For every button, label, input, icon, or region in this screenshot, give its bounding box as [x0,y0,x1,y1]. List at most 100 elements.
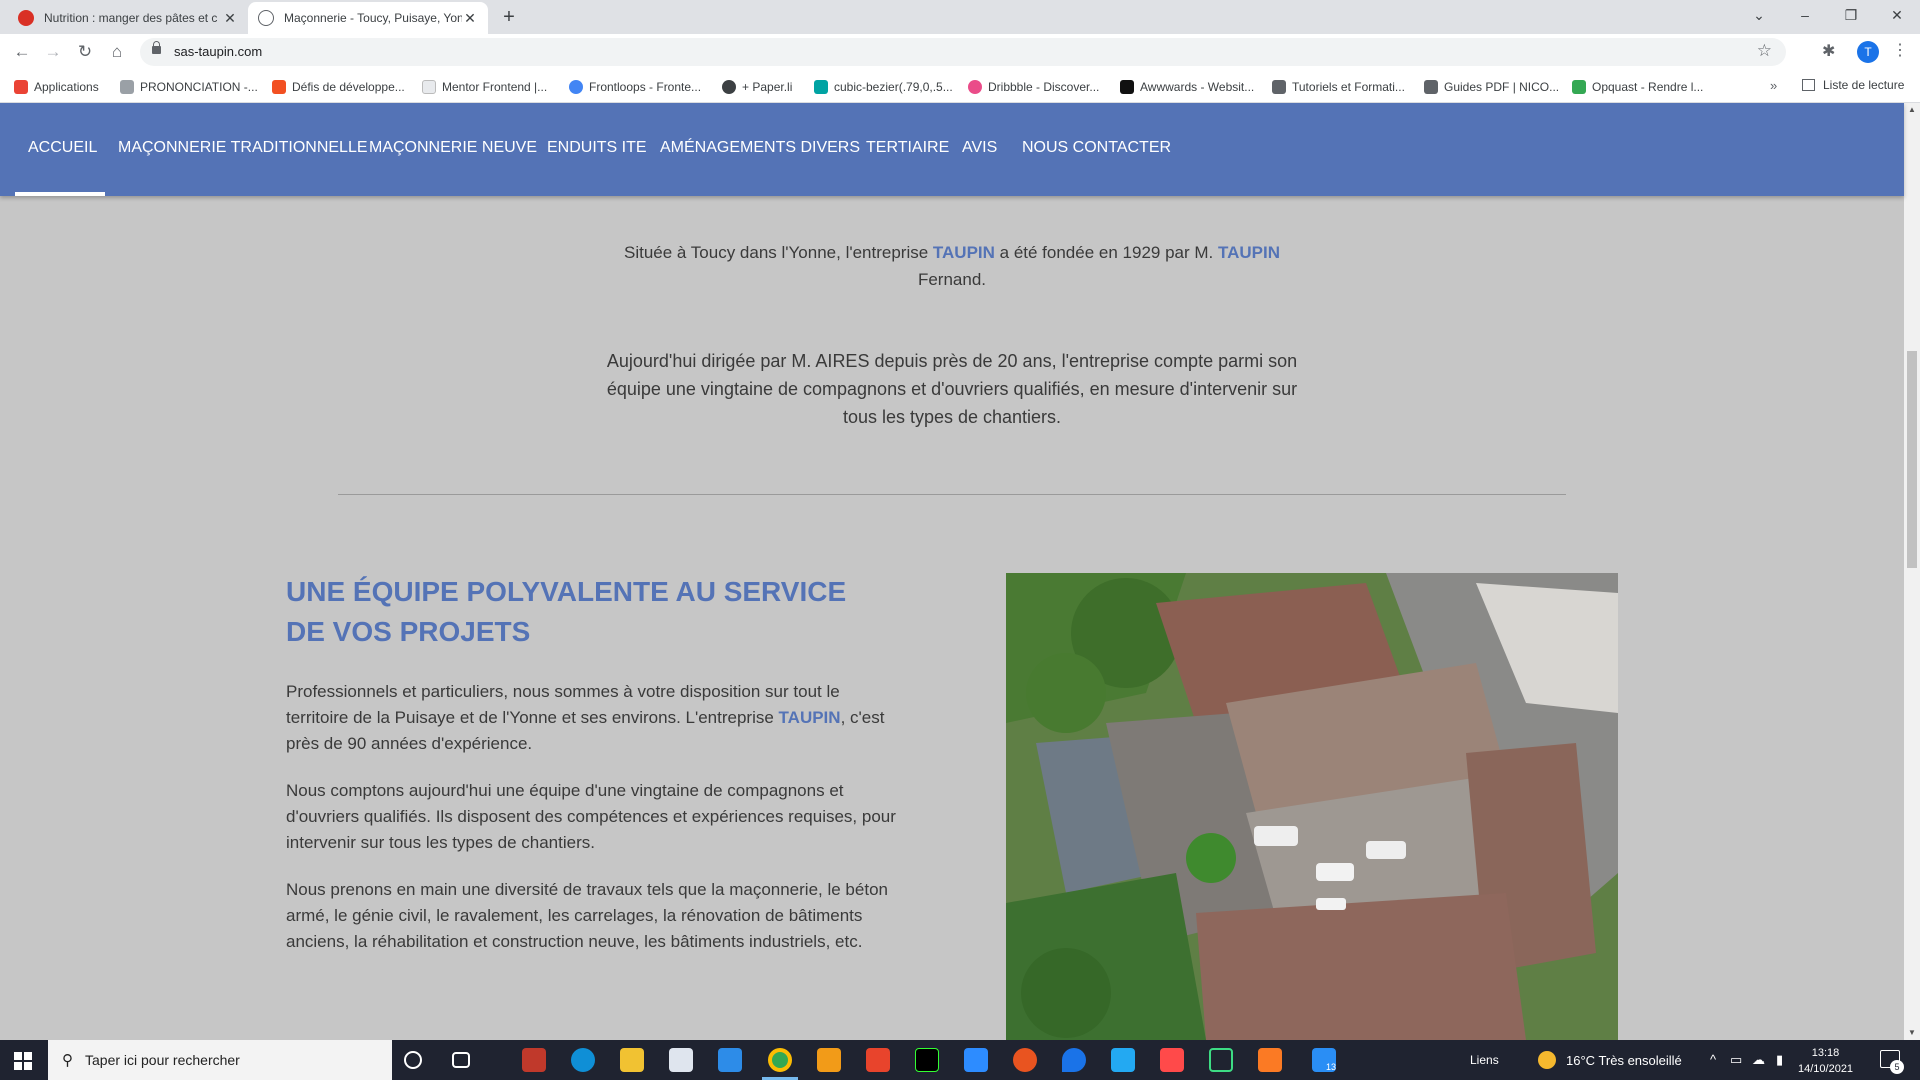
tab-title: Nutrition : manger des pâtes et c [44,11,218,25]
reload-icon[interactable]: ↻ [73,40,97,64]
close-window-icon[interactable]: ✕ [1874,0,1920,30]
intro-paragraph-founding: Située à Toucy dans l'Yonne, l'entrepris… [623,243,1280,289]
restore-icon[interactable]: ❐ [1828,0,1874,30]
forward-icon[interactable]: → [41,40,65,64]
chevron-up-icon[interactable]: ^ [1710,1052,1716,1067]
url-text[interactable]: sas-taupin.com [174,44,262,59]
ubuntu-icon[interactable] [1013,1048,1037,1072]
page-scrollbar[interactable]: ▲ ▼ [1904,103,1920,1040]
page-viewport: ACCUEIL MAÇONNERIE TRADITIONNELLE MAÇONN… [0,103,1920,1040]
address-bar[interactable]: sas-taupin.com ☆ [140,38,1786,66]
app-icon[interactable] [1209,1048,1233,1072]
figma-icon[interactable] [1160,1048,1184,1072]
bookmark-favicon-icon [814,80,828,94]
body-paragraph-coverage: Professionnels et particuliers, nous som… [286,682,885,753]
back-icon[interactable]: ← [10,40,34,64]
bookmark-item[interactable]: Tutoriels et Formati... [1272,78,1405,96]
home-icon[interactable]: ⌂ [105,40,129,64]
vscode-icon[interactable] [1111,1048,1135,1072]
cortana-icon[interactable] [404,1051,422,1069]
nav-item-accueil[interactable]: ACCUEIL [28,139,97,157]
terminal-icon[interactable] [915,1048,939,1072]
bookmarks-bar: Applications PRONONCIATION -... Défis de… [0,70,1920,103]
nav-item-maconnerie-neuve[interactable]: MAÇONNERIE NEUVE [369,139,537,157]
file-explorer-icon[interactable] [620,1048,644,1072]
bookmark-item[interactable]: Awwwards - Websit... [1120,78,1254,96]
tab-close-icon[interactable]: ✕ [222,10,238,27]
scroll-down-icon[interactable]: ▼ [1908,1028,1916,1037]
more-bookmarks-icon[interactable]: » [1770,78,1777,93]
bookmark-item[interactable]: PRONONCIATION -... [120,78,258,96]
bookmark-favicon-icon [722,80,736,94]
tab-favicon-icon [18,10,34,26]
nav-item-maconnerie-traditionnelle[interactable]: MAÇONNERIE TRADITIONNELLE [118,139,368,157]
bookmark-item[interactable]: Défis de développe... [272,78,405,96]
notification-count: 5 [1890,1060,1904,1074]
links-toolbar[interactable]: Liens [1470,1053,1499,1067]
bookmark-favicon-icon [1272,80,1286,94]
nav-item-amenagements-divers[interactable]: AMÉNAGEMENTS DIVERS [660,139,860,157]
xampp-icon[interactable] [1258,1048,1282,1072]
tab-close-icon[interactable]: ✕ [462,10,478,27]
tab-title: Maçonnerie - Toucy, Puisaye, Yon [284,11,462,25]
bookmark-item[interactable]: cubic-bezier(.79,0,.5... [814,78,953,96]
nav-item-avis[interactable]: AVIS [962,139,997,157]
zoom-icon[interactable] [964,1048,988,1072]
app-icon[interactable] [522,1048,546,1072]
bookmark-item[interactable]: Guides PDF | NICO... [1424,78,1559,96]
company-name: TAUPIN [932,243,995,262]
kebab-menu-icon[interactable]: ⋮ [1892,40,1908,60]
sublime-text-icon[interactable] [817,1048,841,1072]
battery-icon[interactable]: ▮ [1776,1052,1783,1068]
chrome-icon[interactable] [768,1048,792,1072]
edge-icon[interactable] [571,1048,595,1072]
aerial-photo-of-buildings-icon [1006,573,1618,1040]
section-divider [338,494,1566,495]
scroll-up-icon[interactable]: ▲ [1908,105,1916,114]
tab-strip: Nutrition : manger des pâtes et c ✕ Maço… [0,0,1920,34]
weather-widget[interactable]: 16°C Très ensoleillé [1566,1053,1682,1068]
bookmark-favicon-icon [422,80,436,94]
browser-tab-active[interactable]: Maçonnerie - Toucy, Puisaye, Yon ✕ [248,2,488,34]
bookmark-item[interactable]: Frontloops - Fronte... [569,78,701,96]
browser-toolbar: ← → ↻ ⌂ sas-taupin.com ☆ ✱ T ⋮ [0,34,1920,70]
scrollbar-thumb[interactable] [1907,351,1917,568]
taskbar-search-box[interactable]: ⚲ Taper ici pour rechercher [48,1040,392,1080]
bookmark-item[interactable]: Mentor Frontend |... [422,78,547,96]
cloud-icon[interactable]: ☁ [1752,1052,1765,1068]
tab-search-icon[interactable]: ⌄ [1736,0,1782,30]
bookmark-item[interactable]: + Paper.li [722,78,792,96]
office-icon[interactable] [866,1048,890,1072]
store-icon[interactable] [669,1048,693,1072]
app-icon[interactable]: 13 [1312,1048,1336,1072]
nav-item-nous-contacter[interactable]: NOUS CONTACTER [1022,139,1171,157]
bookmark-star-icon[interactable]: ☆ [1757,41,1772,61]
dribbble-icon [968,80,982,94]
globe-icon [258,10,274,26]
maps-icon[interactable] [1062,1048,1086,1072]
active-nav-indicator [15,192,105,196]
bookmark-item[interactable]: Opquast - Rendre l... [1572,78,1703,96]
mail-icon[interactable] [718,1048,742,1072]
lock-icon [152,41,161,54]
extensions-icon[interactable]: ✱ [1822,41,1835,61]
site-navigation: ACCUEIL MAÇONNERIE TRADITIONNELLE MAÇONN… [0,103,1904,196]
reading-list-button[interactable]: Liste de lecture [1802,78,1904,92]
minimize-icon[interactable]: – [1782,0,1828,30]
windows-start-icon[interactable] [14,1052,32,1070]
network-icon[interactable]: ▭ [1730,1052,1742,1068]
system-clock[interactable]: 13:18 14/10/2021 [1798,1045,1853,1077]
profile-avatar[interactable]: T [1857,41,1879,63]
new-tab-button[interactable]: + [496,5,522,31]
bookmark-favicon-icon [120,80,134,94]
nav-item-tertiaire[interactable]: TERTIAIRE [866,139,949,157]
bookmark-item[interactable]: Dribbble - Discover... [968,78,1099,96]
task-view-icon[interactable] [452,1052,470,1068]
sun-icon[interactable] [1538,1051,1556,1069]
browser-tab[interactable]: Nutrition : manger des pâtes et c ✕ [8,2,248,34]
bookmark-item[interactable]: Applications [14,78,99,96]
company-name: TAUPIN [778,708,841,727]
windows-taskbar: ⚲ Taper ici pour rechercher 13 Liens 16°… [0,1040,1920,1080]
nav-item-enduits-ite[interactable]: ENDUITS ITE [547,139,647,157]
search-placeholder: Taper ici pour rechercher [85,1052,240,1068]
